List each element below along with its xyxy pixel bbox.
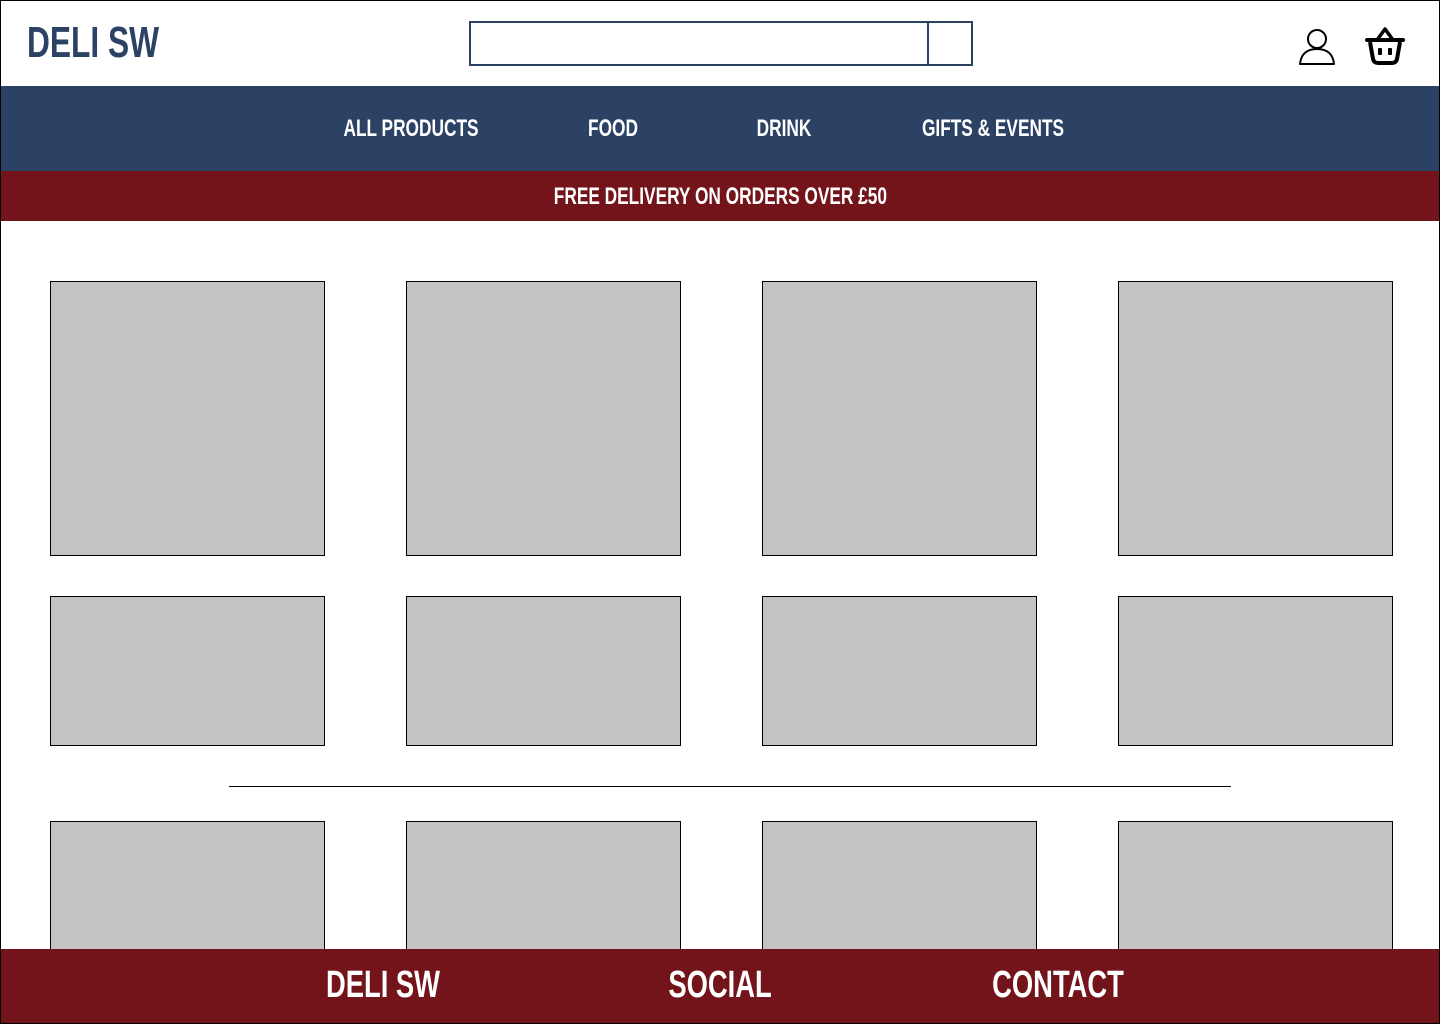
page: DELI SW ALL PRODUCTS FOOD DRINK GIFTS & … xyxy=(0,0,1440,1024)
featured-product-tile[interactable] xyxy=(406,281,681,556)
featured-product-tile[interactable] xyxy=(762,281,1037,556)
nav-item-all-products[interactable]: ALL PRODUCTS xyxy=(317,86,505,171)
search-bar xyxy=(469,21,973,66)
site-logo[interactable]: DELI SW xyxy=(27,19,159,67)
footer-link-label: CONTACT xyxy=(992,964,1124,1006)
site-footer: DELI SW SOCIAL CONTACT xyxy=(1,949,1439,1023)
product-tile[interactable] xyxy=(406,596,681,746)
product-tile[interactable] xyxy=(1118,596,1393,746)
promo-banner: FREE DELIVERY ON ORDERS OVER £50 xyxy=(1,171,1439,221)
product-tile[interactable] xyxy=(1118,821,1393,961)
basket-icon[interactable] xyxy=(1365,25,1405,67)
nav-item-label: DRINK xyxy=(756,115,812,142)
product-tile[interactable] xyxy=(762,596,1037,746)
product-tile[interactable] xyxy=(762,821,1037,961)
product-tile[interactable] xyxy=(406,821,681,961)
promo-text: FREE DELIVERY ON ORDERS OVER £50 xyxy=(553,183,887,210)
site-header: DELI SW xyxy=(1,1,1439,86)
section-divider xyxy=(229,786,1231,787)
nav-item-gifts-events[interactable]: GIFTS & EVENTS xyxy=(894,86,1091,171)
footer-link-label: SOCIAL xyxy=(668,964,772,1006)
footer-link-contact[interactable]: CONTACT xyxy=(967,949,1150,1021)
product-tile[interactable] xyxy=(50,596,325,746)
nav-item-label: GIFTS & EVENTS xyxy=(921,115,1065,142)
search-input[interactable] xyxy=(471,23,929,64)
nav-item-label: ALL PRODUCTS xyxy=(343,115,479,142)
nav-item-food[interactable]: FOOD xyxy=(578,86,647,171)
featured-product-tile[interactable] xyxy=(1118,281,1393,556)
nav-item-label: FOOD xyxy=(588,115,638,142)
footer-link-label: DELI SW xyxy=(326,964,440,1006)
footer-link-social[interactable]: SOCIAL xyxy=(648,949,792,1021)
main-nav: ALL PRODUCTS FOOD DRINK GIFTS & EVENTS xyxy=(1,86,1439,171)
nav-item-drink[interactable]: DRINK xyxy=(746,86,822,171)
user-icon[interactable] xyxy=(1297,26,1337,66)
featured-product-tile[interactable] xyxy=(50,281,325,556)
search-button[interactable] xyxy=(929,23,971,64)
product-tile[interactable] xyxy=(50,821,325,961)
footer-link-deli-sw[interactable]: DELI SW xyxy=(304,949,462,1021)
